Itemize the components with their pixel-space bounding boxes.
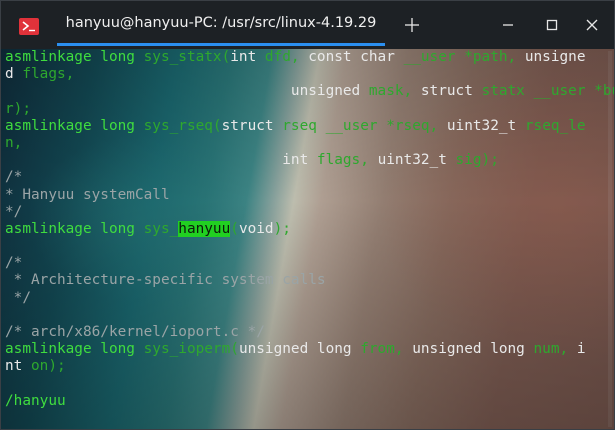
terminal-text-segment: ( bbox=[230, 220, 239, 237]
terminal-line: asmlinkage long sys_hanyuu(void); bbox=[5, 220, 614, 238]
terminal-line: * Hanyuu systemCall bbox=[5, 187, 614, 204]
terminal-text-segment: struct bbox=[221, 117, 283, 134]
terminal-line: nt on); bbox=[5, 358, 614, 375]
terminal-line: asmlinkage long sys_statx(int dfd, const… bbox=[5, 49, 614, 66]
terminal-viewport[interactable]: asmlinkage long sys_statx(int dfd, const… bbox=[1, 49, 614, 429]
terminal-text-segment: unsigned bbox=[5, 83, 369, 100]
terminal-line: /hanyuu bbox=[5, 393, 614, 410]
terminal-text-segment: on); bbox=[31, 358, 66, 375]
terminal-text-segment: asmlinkage long bbox=[5, 220, 144, 237]
close-icon bbox=[586, 19, 598, 31]
terminal-text-segment: flags, bbox=[22, 66, 75, 83]
terminal-line: int flags, uint32_t sig); bbox=[5, 152, 614, 169]
terminal-line: /* arch/x86/kernel/ioport.c */ bbox=[5, 324, 614, 341]
terminal-line: r); bbox=[5, 101, 614, 118]
terminal-text-segment: flags, bbox=[316, 152, 378, 169]
maximize-button[interactable] bbox=[537, 11, 567, 39]
terminal-text-segment: const char bbox=[308, 49, 404, 65]
tab-terminal-session[interactable]: hanyuu@hanyuu-PC: /usr/src/linux-4.19.29 bbox=[57, 1, 385, 49]
terminal-text-segment: r); bbox=[5, 100, 31, 117]
terminal-output: asmlinkage long sys_statx(int dfd, const… bbox=[5, 49, 614, 410]
terminal-text-segment: struct bbox=[420, 83, 482, 100]
terminal-text-segment: int bbox=[230, 49, 265, 65]
minimize-icon bbox=[503, 24, 513, 26]
terminal-text-segment: from, bbox=[360, 341, 413, 358]
new-tab-button[interactable] bbox=[397, 11, 427, 39]
terminal-text-segment: unsigne bbox=[524, 49, 586, 65]
terminal-line: d flags, bbox=[5, 66, 614, 83]
tab-title: hanyuu@hanyuu-PC: /usr/src/linux-4.19.29 bbox=[65, 15, 377, 31]
search-match-highlight: hanyuu bbox=[178, 220, 231, 237]
terminal-text-segment: /* bbox=[5, 255, 23, 272]
minimize-button[interactable] bbox=[493, 11, 523, 39]
terminal-text-segment: unsigned long bbox=[238, 341, 361, 358]
terminal-line: asmlinkage long sys_rseq(struct rseq __u… bbox=[5, 118, 614, 135]
terminal-text-segment: dfd, bbox=[264, 49, 309, 65]
terminal-text-segment: /* arch/x86/kernel/ioport.c */ bbox=[5, 324, 265, 340]
terminal-text-segment: * Architecture-specific system calls bbox=[5, 272, 326, 289]
terminal-text-segment: /* bbox=[5, 169, 23, 186]
terminal-text-segment: asmlinkage long bbox=[5, 117, 144, 134]
maximize-icon bbox=[546, 19, 558, 31]
terminal-text-segment: sys_statx( bbox=[143, 49, 231, 65]
terminal-text-segment: nt bbox=[5, 358, 31, 375]
terminal-text-segment: i bbox=[576, 341, 586, 358]
terminal-text-segment: __user *path, bbox=[403, 49, 525, 65]
terminal-text-segment: unsigned long bbox=[412, 341, 534, 358]
terminal-line: */ bbox=[5, 290, 614, 307]
terminal-text-segment: sys_ioperm( bbox=[143, 341, 239, 358]
terminal-text-segment: n, bbox=[5, 134, 23, 151]
terminal-text-segment: uint32_t bbox=[446, 117, 525, 134]
terminal-text-segment: ); bbox=[273, 220, 291, 237]
terminal-text-segment: */ bbox=[5, 203, 23, 220]
terminal-text-segment: int bbox=[282, 152, 317, 169]
terminal-text-segment: mask, bbox=[368, 83, 421, 100]
terminal-text-segment: sys_rseq( bbox=[143, 117, 222, 134]
terminal-text-segment: void bbox=[238, 220, 274, 237]
terminal-text-segment: * Hanyuu systemCall bbox=[5, 186, 170, 203]
terminal-line: */ bbox=[5, 204, 614, 221]
terminal-line: n, bbox=[5, 135, 614, 152]
terminal-text-segment: uint32_t bbox=[377, 152, 456, 169]
terminal-text-segment: rseq __user *rseq, bbox=[282, 117, 447, 134]
terminal-line: /* bbox=[5, 255, 614, 272]
terminal-line: unsigned mask, struct statx __user *buff… bbox=[5, 83, 614, 100]
terminal-line: /* bbox=[5, 169, 614, 186]
terminal-line: * Architecture-specific system calls bbox=[5, 272, 614, 289]
close-button[interactable] bbox=[577, 11, 607, 39]
terminal-text-segment: num, bbox=[533, 341, 577, 358]
terminal-text-segment: sys_ bbox=[143, 220, 179, 237]
terminal-icon bbox=[19, 18, 39, 35]
terminal-text-segment: sig); bbox=[455, 152, 499, 169]
terminal-text-segment: */ bbox=[5, 289, 31, 306]
terminal-text-segment: asmlinkage long bbox=[5, 49, 144, 65]
terminal-text-segment: rseq_le bbox=[524, 117, 586, 134]
terminal-text-segment: asmlinkage long bbox=[5, 341, 144, 358]
terminal-window: hanyuu@hanyuu-PC: /usr/src/linux-4.19.29 bbox=[0, 0, 615, 430]
terminal-text-segment: d bbox=[5, 66, 23, 83]
active-tab-indicator bbox=[57, 43, 385, 46]
title-bar: hanyuu@hanyuu-PC: /usr/src/linux-4.19.29 bbox=[1, 1, 614, 49]
terminal-text-segment: /hanyuu bbox=[5, 392, 66, 409]
plus-icon bbox=[405, 18, 419, 32]
terminal-text-segment: statx __user *buffe bbox=[481, 83, 614, 100]
terminal-line: asmlinkage long sys_ioperm(unsigned long… bbox=[5, 341, 614, 358]
